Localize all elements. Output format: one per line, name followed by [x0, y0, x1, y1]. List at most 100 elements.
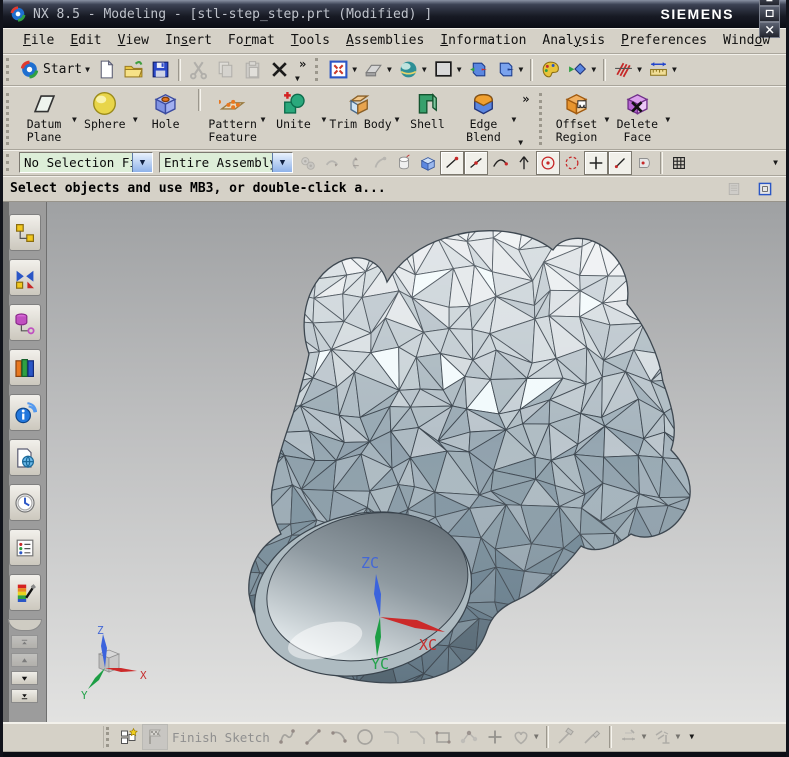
- snap-grid-button[interactable]: [667, 151, 691, 175]
- selection-filter-combo[interactable]: No Selection Fi ▼: [19, 152, 153, 173]
- assembly-navigator-tab[interactable]: [9, 214, 41, 251]
- view-layout-button[interactable]: ▼: [492, 56, 527, 84]
- selection-scope-combo[interactable]: Entire Assembly ▼: [159, 152, 293, 173]
- menu-insert[interactable]: Insert: [157, 30, 220, 52]
- render-style-button[interactable]: ▼: [395, 56, 430, 84]
- menu-analysis[interactable]: Analysis: [534, 30, 613, 52]
- web-browser-tab[interactable]: [9, 439, 41, 476]
- assembly-constraints-button[interactable]: ▼: [610, 56, 645, 84]
- measure-distance-dropdown-arrow[interactable]: ▼: [672, 66, 677, 74]
- menu-window[interactable]: Window: [715, 30, 778, 52]
- selection-scope-dropdown[interactable]: ▼: [272, 153, 292, 172]
- menu-help[interactable]: Help: [778, 30, 789, 52]
- delete-button[interactable]: [266, 56, 293, 84]
- pattern-curve-dropdown-arrow[interactable]: ▼: [534, 733, 539, 741]
- rapid-dimension-dropdown-arrow[interactable]: ▼: [642, 733, 647, 741]
- reuse-library-tab[interactable]: [9, 349, 41, 386]
- toolbar-options-arrow[interactable]: ▼: [295, 75, 310, 83]
- toolbar-options-arrow[interactable]: ▼: [518, 139, 533, 147]
- menu-preferences[interactable]: Preferences: [613, 30, 715, 52]
- shell-button[interactable]: Shell: [399, 89, 455, 132]
- new-file-button[interactable]: [93, 56, 120, 84]
- start-menu-dropdown-arrow[interactable]: ▼: [85, 66, 90, 74]
- geometric-constraints-dropdown-arrow[interactable]: ▼: [676, 733, 681, 741]
- assembly-constraints-dropdown-arrow[interactable]: ▼: [637, 66, 642, 74]
- maximize-button[interactable]: [759, 6, 780, 22]
- trim-body-button[interactable]: Trim Body: [326, 89, 394, 132]
- sketch-in-task-env-button[interactable]: [116, 724, 142, 750]
- cue-message: Select objects and use MB3, or double-cl…: [10, 181, 386, 196]
- history-tab[interactable]: [9, 484, 41, 521]
- snap-arc-center-button[interactable]: [536, 151, 560, 175]
- viewport-canvas[interactable]: ZC XC YC Z X Y: [47, 202, 786, 722]
- point-button: [482, 724, 508, 750]
- part-navigator-tab[interactable]: [9, 304, 41, 341]
- edge-blend-button[interactable]: Edge Blend: [455, 89, 511, 145]
- process-studio-tab[interactable]: [9, 529, 41, 566]
- offset-region-button[interactable]: Offset Region: [549, 89, 605, 145]
- menu-tools[interactable]: Tools: [283, 30, 338, 52]
- snap-quadrant-point-button[interactable]: [560, 151, 584, 175]
- new-view-window-button[interactable]: [465, 56, 492, 84]
- toolbar-overflow-button[interactable]: »: [295, 56, 310, 72]
- toolbar-grip[interactable]: [6, 58, 13, 81]
- snap-end-point-button[interactable]: [440, 151, 464, 175]
- menu-view[interactable]: View: [110, 30, 157, 52]
- unite-group: Unite▼: [265, 89, 326, 132]
- snap-tangent-point-button[interactable]: [488, 151, 512, 175]
- view-layout-dropdown-arrow[interactable]: ▼: [519, 66, 524, 74]
- toolbar-grip[interactable]: [6, 154, 13, 171]
- scroll-to-bottom-button[interactable]: [11, 689, 38, 703]
- snap-intersection-button[interactable]: [584, 151, 608, 175]
- snap-existing-point-button[interactable]: [608, 151, 632, 175]
- fit-view-button[interactable]: ▼: [325, 56, 360, 84]
- start-menu-button[interactable]: Start▼: [16, 56, 93, 84]
- selection-bar-options-arrow[interactable]: ▼: [773, 159, 786, 167]
- toolbar-grip[interactable]: [539, 93, 546, 145]
- menu-information[interactable]: Information: [432, 30, 534, 52]
- win-min-icon: [764, 0, 776, 4]
- datum-plane-button[interactable]: Datum Plane: [16, 89, 72, 145]
- sketch-toolbar-options-arrow[interactable]: ▼: [689, 733, 694, 741]
- unite-button[interactable]: Unite: [265, 89, 321, 132]
- snap-point-on-curve-button[interactable]: [464, 151, 488, 175]
- display-mode-dropdown-arrow[interactable]: ▼: [387, 66, 392, 74]
- menu-file[interactable]: File: [15, 30, 62, 52]
- toolbar-grip[interactable]: [106, 727, 113, 747]
- render-style-dropdown-arrow[interactable]: ▼: [422, 66, 427, 74]
- show-and-hide-button[interactable]: ▼: [564, 56, 599, 84]
- constraint-navigator-tab[interactable]: [9, 259, 41, 296]
- visualization-palette-button[interactable]: [537, 56, 564, 84]
- scroll-down-button[interactable]: [11, 671, 38, 685]
- display-mode-button[interactable]: ▼: [360, 56, 395, 84]
- background-color-button[interactable]: ▼: [430, 56, 465, 84]
- delete-face-dropdown-arrow[interactable]: ▼: [665, 115, 670, 124]
- hole-button[interactable]: Hole: [138, 89, 194, 132]
- pattern-feature-button[interactable]: Pattern Feature: [205, 89, 261, 145]
- snap-point-on-face-button[interactable]: [632, 151, 656, 175]
- toolbar-grip[interactable]: [315, 58, 322, 81]
- menu-format[interactable]: Format: [220, 30, 283, 52]
- delete-face-button[interactable]: Delete Face: [609, 89, 665, 145]
- visualization-properties-tab[interactable]: [9, 574, 41, 611]
- background-color-dropdown-arrow[interactable]: ▼: [457, 66, 462, 74]
- toolbar-grip[interactable]: [6, 93, 13, 145]
- work-part-snap-button[interactable]: [416, 151, 440, 175]
- hd3d-tools-tab[interactable]: [9, 394, 41, 431]
- measure-distance-button[interactable]: ▼: [645, 56, 680, 84]
- clip-section-window-button[interactable]: [752, 179, 778, 199]
- general-object-snap-button[interactable]: [392, 151, 416, 175]
- quick-trim-icon: [556, 727, 576, 747]
- profile-icon: [277, 727, 297, 747]
- menu-assemblies[interactable]: Assemblies: [338, 30, 432, 52]
- graphics-window[interactable]: ZC XC YC Z X Y: [47, 202, 786, 722]
- open-file-button[interactable]: [120, 56, 147, 84]
- show-and-hide-dropdown-arrow[interactable]: ▼: [591, 66, 596, 74]
- save-file-button[interactable]: [147, 56, 174, 84]
- selection-filter-dropdown[interactable]: ▼: [132, 153, 152, 172]
- sphere-button[interactable]: Sphere: [77, 89, 133, 132]
- toolbar-overflow-button[interactable]: »: [518, 91, 533, 107]
- menu-edit[interactable]: Edit: [62, 30, 109, 52]
- snap-vertex-button[interactable]: [512, 151, 536, 175]
- fit-view-dropdown-arrow[interactable]: ▼: [352, 66, 357, 74]
